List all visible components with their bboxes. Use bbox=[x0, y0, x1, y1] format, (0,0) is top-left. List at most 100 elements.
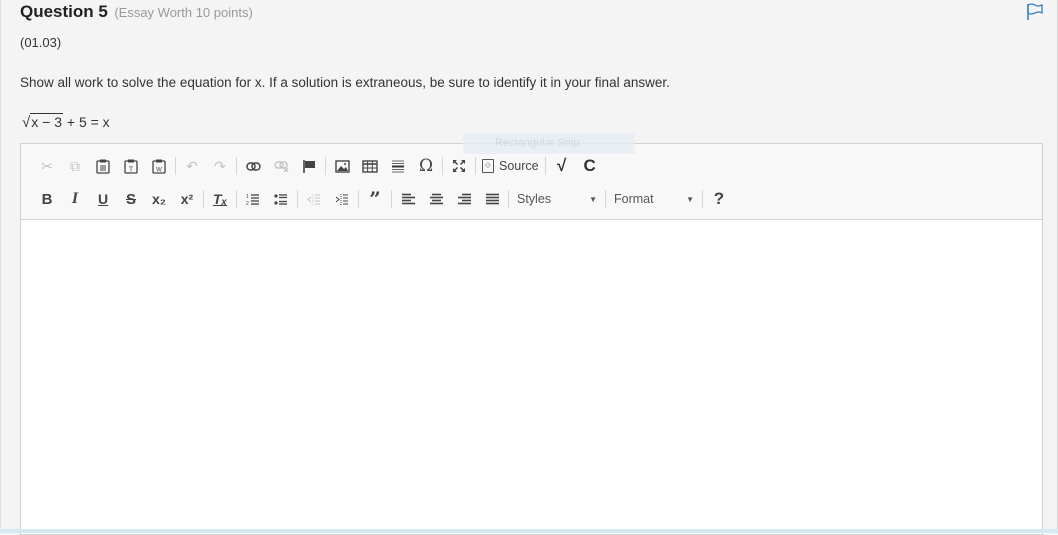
math-sqrt-button[interactable]: √ bbox=[548, 153, 576, 179]
left-border bbox=[0, 0, 1, 533]
toolbar-separator bbox=[508, 190, 509, 208]
align-right-icon bbox=[457, 193, 471, 205]
rectangular-snip-overlay: Rectangular Snip bbox=[463, 133, 635, 154]
source-doc-icon: ◇ bbox=[482, 159, 494, 173]
numbered-list-icon: 12 bbox=[246, 194, 259, 206]
toolbar-separator bbox=[544, 157, 546, 175]
remove-format-button[interactable]: Tₓ bbox=[206, 186, 234, 212]
undo-icon: ↶ bbox=[186, 157, 198, 174]
toolbar-separator bbox=[175, 157, 176, 175]
link-icon bbox=[245, 161, 261, 171]
svg-text:1: 1 bbox=[246, 194, 249, 200]
svg-text:T: T bbox=[129, 166, 134, 173]
question-code: (01.03) bbox=[20, 35, 62, 50]
toolbar-separator bbox=[442, 157, 443, 175]
question-title: Question 5 bbox=[20, 2, 108, 21]
italic-button[interactable]: I bbox=[61, 186, 89, 212]
flag-icon[interactable] bbox=[1025, 3, 1045, 21]
help-icon: ? bbox=[713, 189, 725, 208]
redo-icon: ↷ bbox=[214, 157, 226, 174]
svg-text:2: 2 bbox=[246, 201, 249, 206]
strike-button[interactable]: S bbox=[117, 186, 145, 212]
align-left-icon bbox=[401, 193, 415, 205]
anchor-button[interactable] bbox=[295, 153, 323, 179]
table-button[interactable] bbox=[356, 153, 384, 179]
undo-button[interactable]: ↶ bbox=[178, 153, 206, 179]
image-button[interactable] bbox=[328, 153, 356, 179]
sqrt-icon: √ bbox=[556, 156, 567, 175]
paste-text-icon: T bbox=[124, 159, 138, 174]
styles-dropdown[interactable]: Styles ▼ bbox=[511, 186, 603, 212]
essay-editor: ✂ ⧉ T W ↶ ↷ Ω ◇ Source √ C B I U S x₂ x²… bbox=[20, 143, 1043, 535]
toolbar-separator bbox=[236, 190, 237, 208]
toolbar-separator bbox=[358, 190, 359, 208]
justify-button[interactable] bbox=[478, 186, 506, 212]
toolbar-separator bbox=[702, 190, 703, 208]
table-icon bbox=[362, 159, 378, 173]
paste-icon bbox=[96, 159, 110, 174]
source-button[interactable]: ◇ Source bbox=[478, 153, 543, 179]
toolbar-separator bbox=[203, 190, 204, 208]
indent-icon bbox=[335, 193, 348, 205]
align-center-icon bbox=[429, 193, 443, 205]
justify-icon bbox=[485, 193, 499, 205]
paste-word-icon: W bbox=[152, 159, 166, 174]
help-button[interactable]: ? bbox=[705, 186, 733, 212]
unlink-button[interactable] bbox=[267, 153, 295, 179]
toolbar-row-2: B I U S x₂ x² Tₓ 12 ” Styles ▼ Format ▼ … bbox=[33, 185, 733, 213]
link-button[interactable] bbox=[239, 153, 267, 179]
cut-icon: ✂ bbox=[41, 157, 53, 174]
copy-icon: ⧉ bbox=[70, 157, 80, 174]
toolbar-separator bbox=[297, 190, 298, 208]
equation-rest: + 5 = x bbox=[62, 114, 110, 130]
subscript-icon: x₂ bbox=[151, 191, 166, 207]
format-dropdown[interactable]: Format ▼ bbox=[608, 186, 700, 212]
blockquote-button[interactable]: ” bbox=[361, 186, 389, 212]
chevron-down-icon: ▼ bbox=[686, 194, 694, 204]
bold-button[interactable]: B bbox=[33, 186, 61, 212]
styles-label: Styles bbox=[517, 192, 552, 206]
maximize-button[interactable] bbox=[445, 153, 473, 179]
toolbar-row-1: ✂ ⧉ T W ↶ ↷ Ω ◇ Source √ C bbox=[33, 152, 604, 180]
maximize-icon bbox=[453, 160, 465, 172]
unlink-icon bbox=[273, 160, 288, 172]
question-worth: (Essay Worth 10 points) bbox=[114, 5, 253, 20]
superscript-icon: x² bbox=[180, 191, 194, 207]
image-icon bbox=[334, 159, 350, 173]
c-icon: C bbox=[583, 156, 596, 175]
strikethrough-icon: S bbox=[125, 190, 136, 208]
editor-toolbar: ✂ ⧉ T W ↶ ↷ Ω ◇ Source √ C B I U S x₂ x²… bbox=[21, 144, 1042, 220]
remove-format-icon: Tₓ bbox=[212, 191, 228, 207]
blockquote-icon: ” bbox=[369, 187, 381, 211]
radical-symbol: √ bbox=[22, 114, 31, 131]
paste-word-button[interactable]: W bbox=[145, 153, 173, 179]
redo-button[interactable]: ↷ bbox=[206, 153, 234, 179]
radicand: x − 3 bbox=[30, 113, 63, 130]
math-c-button[interactable]: C bbox=[576, 153, 604, 179]
superscript-button[interactable]: x² bbox=[173, 186, 201, 212]
paste-button[interactable] bbox=[89, 153, 117, 179]
outdent-icon bbox=[307, 193, 320, 205]
indent-button[interactable] bbox=[328, 186, 356, 212]
copy-button[interactable]: ⧉ bbox=[61, 153, 89, 179]
numbered-list-button[interactable]: 12 bbox=[239, 186, 267, 212]
toolbar-separator bbox=[605, 190, 606, 208]
bulleted-list-button[interactable] bbox=[267, 186, 295, 212]
underline-icon: U bbox=[97, 191, 109, 207]
horizontal-line-button[interactable] bbox=[384, 153, 412, 179]
outdent-button[interactable] bbox=[300, 186, 328, 212]
svg-text:W: W bbox=[156, 167, 162, 173]
special-char-button[interactable]: Ω bbox=[412, 153, 440, 179]
italic-icon: I bbox=[71, 190, 79, 207]
essay-content-area[interactable] bbox=[21, 220, 1042, 534]
align-center-button[interactable] bbox=[422, 186, 450, 212]
paste-text-button[interactable]: T bbox=[117, 153, 145, 179]
underline-button[interactable]: U bbox=[89, 186, 117, 212]
cut-button[interactable]: ✂ bbox=[33, 153, 61, 179]
subscript-button[interactable]: x₂ bbox=[145, 186, 173, 212]
format-label: Format bbox=[614, 192, 654, 206]
toolbar-separator bbox=[391, 190, 392, 208]
align-left-button[interactable] bbox=[394, 186, 422, 212]
toolbar-separator bbox=[236, 157, 237, 175]
align-right-button[interactable] bbox=[450, 186, 478, 212]
